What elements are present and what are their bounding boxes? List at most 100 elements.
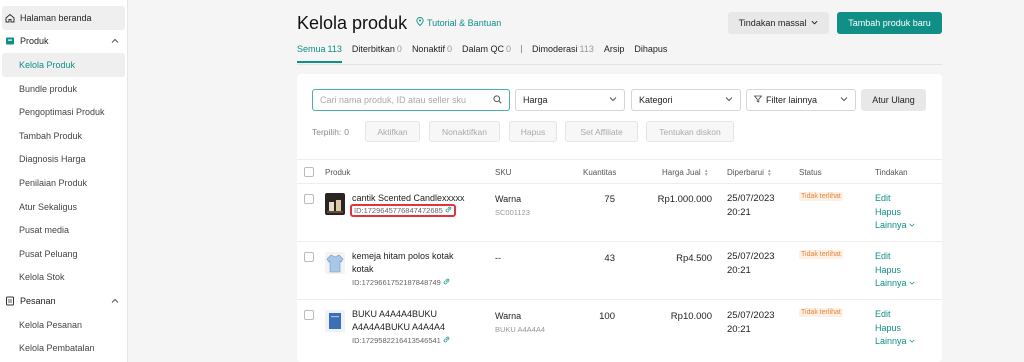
more-actions-link[interactable]: Lainnya bbox=[875, 335, 915, 349]
sidebar-item-label: Diagnosis Harga bbox=[19, 154, 86, 165]
sidebar-item-kelola-stok[interactable]: Kelola Stok bbox=[0, 266, 127, 290]
quantity-value: 75 bbox=[604, 194, 615, 205]
more-filters-label: Filter lainnya bbox=[766, 95, 818, 105]
tab-label: Diterbitkan bbox=[351, 44, 395, 54]
page-title: Kelola produk bbox=[297, 13, 408, 33]
bulk-action-button[interactable]: Tindakan massal bbox=[728, 12, 829, 34]
column-header-price[interactable]: Harga Jual ▲ ▼ bbox=[662, 168, 709, 177]
delete-link[interactable]: Hapus bbox=[875, 264, 915, 278]
sidebar-item-label: Bundle produk bbox=[19, 83, 78, 94]
product-thumbnail bbox=[325, 193, 345, 215]
product-id-text: ID:1729582216413546541 bbox=[352, 336, 441, 345]
sidebar-item-home[interactable]: Halaman beranda bbox=[2, 6, 125, 30]
sidebar-item-pusat-media[interactable]: Pusat media bbox=[0, 218, 127, 242]
more-actions-link[interactable]: Lainnya bbox=[875, 219, 915, 233]
tutorial-label: Tutorial & Bantuan bbox=[427, 17, 502, 28]
sidebar-item-diagnosis-harga[interactable]: Diagnosis Harga bbox=[0, 148, 127, 172]
sidebar-item-tambah-produk[interactable]: Tambah Produk bbox=[0, 124, 127, 148]
select-all-checkbox[interactable] bbox=[304, 167, 314, 177]
updated-date-time: 20:21 bbox=[727, 324, 751, 335]
more-actions-label: Lainnya bbox=[875, 220, 907, 230]
chevron-down-icon bbox=[909, 277, 915, 291]
column-header-label: Harga Jual bbox=[662, 168, 701, 177]
deactivate-button[interactable]: Nonaktifkan bbox=[429, 121, 500, 142]
chevron-up-icon bbox=[111, 37, 119, 45]
product-id: ID:1729582216413546541 bbox=[352, 336, 450, 345]
edit-link[interactable]: Edit bbox=[875, 308, 915, 322]
tab-dimoderasi[interactable]: Dimoderasi 113 bbox=[532, 44, 594, 61]
delete-link[interactable]: Hapus bbox=[875, 206, 915, 220]
add-product-button[interactable]: Tambah produk baru bbox=[837, 12, 942, 34]
sidebar-item-atur-sekaligus[interactable]: Atur Sekaligus bbox=[0, 195, 127, 219]
product-id-text: ID:1729645776847472685 bbox=[354, 206, 443, 215]
filter-funnel-icon bbox=[753, 95, 763, 105]
tabs-divider bbox=[297, 64, 942, 65]
order-icon bbox=[5, 296, 15, 306]
chevron-down-icon bbox=[811, 18, 818, 28]
tab-count: 113 bbox=[327, 44, 342, 54]
sidebar-item-pengoptimasi-produk[interactable]: Pengoptimasi Produk bbox=[0, 100, 127, 124]
edit-link[interactable]: Edit bbox=[875, 250, 915, 264]
sidebar-item-kelola-pembatalan[interactable]: Kelola Pembatalan bbox=[0, 336, 127, 360]
set-discount-button[interactable]: Tentukan diskon bbox=[646, 121, 734, 142]
sidebar-item-penilaian-produk[interactable]: Penilaian Produk bbox=[0, 171, 127, 195]
sidebar-section-pesanan[interactable]: Pesanan bbox=[0, 289, 127, 313]
sidebar-item-kelola-produk[interactable]: Kelola Produk bbox=[2, 53, 125, 77]
delete-button[interactable]: Hapus bbox=[509, 121, 557, 142]
tab-dihapus[interactable]: Dihapus bbox=[634, 44, 667, 61]
row-checkbox[interactable] bbox=[304, 194, 314, 204]
more-filters-select[interactable]: Filter lainnya bbox=[746, 89, 856, 111]
tab-dalam-qc[interactable]: Dalam QC 0 bbox=[462, 44, 511, 61]
sidebar-item-bundle-produk[interactable]: Bundle produk bbox=[0, 77, 127, 101]
set-affiliate-button[interactable]: Set Affiliate bbox=[565, 121, 638, 142]
sidebar-item-label: Pusat Peluang bbox=[19, 248, 78, 259]
link-icon[interactable] bbox=[443, 278, 450, 287]
sidebar-item-kelola-pesanan[interactable]: Kelola Pesanan bbox=[0, 313, 127, 337]
sidebar-item-label: Penilaian Produk bbox=[19, 177, 88, 188]
more-actions-link[interactable]: Lainnya bbox=[875, 277, 915, 291]
table-row: BUKU A4A4A4BUKU A4A4A4BUKU A4A4A4 ID:172… bbox=[297, 300, 942, 362]
price-value: Rp4.500 bbox=[676, 253, 712, 264]
row-checkbox[interactable] bbox=[304, 252, 314, 262]
more-actions-label: Lainnya bbox=[875, 336, 907, 346]
updated-date-day: 25/07/2023 bbox=[727, 193, 775, 204]
home-icon bbox=[5, 13, 15, 23]
reset-button[interactable]: Atur Ulang bbox=[861, 89, 926, 111]
tab-diterbitkan[interactable]: Diterbitkan 0 bbox=[352, 44, 402, 61]
updated-date-day: 25/07/2023 bbox=[727, 310, 775, 321]
search-input[interactable]: Cari nama produk, ID atau seller sku bbox=[312, 89, 510, 111]
delete-link[interactable]: Hapus bbox=[875, 322, 915, 336]
sort-icon: ▲ ▼ bbox=[703, 167, 709, 178]
chevron-down-icon bbox=[909, 335, 915, 349]
link-icon[interactable] bbox=[443, 336, 450, 345]
column-header-quantity: Kuantitas bbox=[583, 168, 617, 177]
sidebar-item-label: Atur Sekaligus bbox=[19, 201, 78, 212]
product-thumbnail bbox=[325, 252, 345, 274]
sidebar-item-pusat-peluang[interactable]: Pusat Peluang bbox=[0, 242, 127, 266]
category-filter-select[interactable]: Kategori bbox=[631, 89, 741, 111]
column-header-updated[interactable]: Diperbarui ▲ ▼ bbox=[727, 168, 772, 177]
edit-link[interactable]: Edit bbox=[875, 192, 915, 206]
table-row: kemeja hitam polos kotak kotak ID:172966… bbox=[297, 242, 942, 300]
chevron-up-icon bbox=[111, 297, 119, 305]
row-checkbox[interactable] bbox=[304, 310, 314, 320]
sidebar-section-label: Produk bbox=[20, 36, 49, 47]
sidebar-section-label: Pesanan bbox=[20, 295, 56, 306]
tutorial-link[interactable]: Tutorial & Bantuan bbox=[416, 17, 501, 28]
sku-name: Warna bbox=[495, 311, 522, 321]
column-header-status: Status bbox=[799, 168, 822, 177]
tab-nonaktif[interactable]: Nonaktif 0 bbox=[412, 44, 452, 61]
product-icon bbox=[5, 36, 15, 46]
tab-label: Dimoderasi bbox=[532, 44, 578, 54]
activate-button[interactable]: Aktifkan bbox=[365, 121, 420, 142]
price-filter-select[interactable]: Harga bbox=[515, 89, 625, 111]
tab-count: 0 bbox=[506, 44, 512, 54]
link-icon[interactable] bbox=[445, 206, 452, 215]
sidebar-item-label: Pengoptimasi Produk bbox=[19, 107, 105, 118]
tab-arsip[interactable]: Arsip bbox=[604, 44, 625, 61]
tab-label: Semua bbox=[297, 44, 326, 54]
sidebar-section-produk[interactable]: Produk bbox=[0, 30, 127, 54]
product-id: ID:1729645776847472685 bbox=[350, 204, 456, 217]
tab-semua[interactable]: Semua 113 bbox=[297, 44, 342, 63]
price-value: Rp10.000 bbox=[670, 311, 712, 322]
